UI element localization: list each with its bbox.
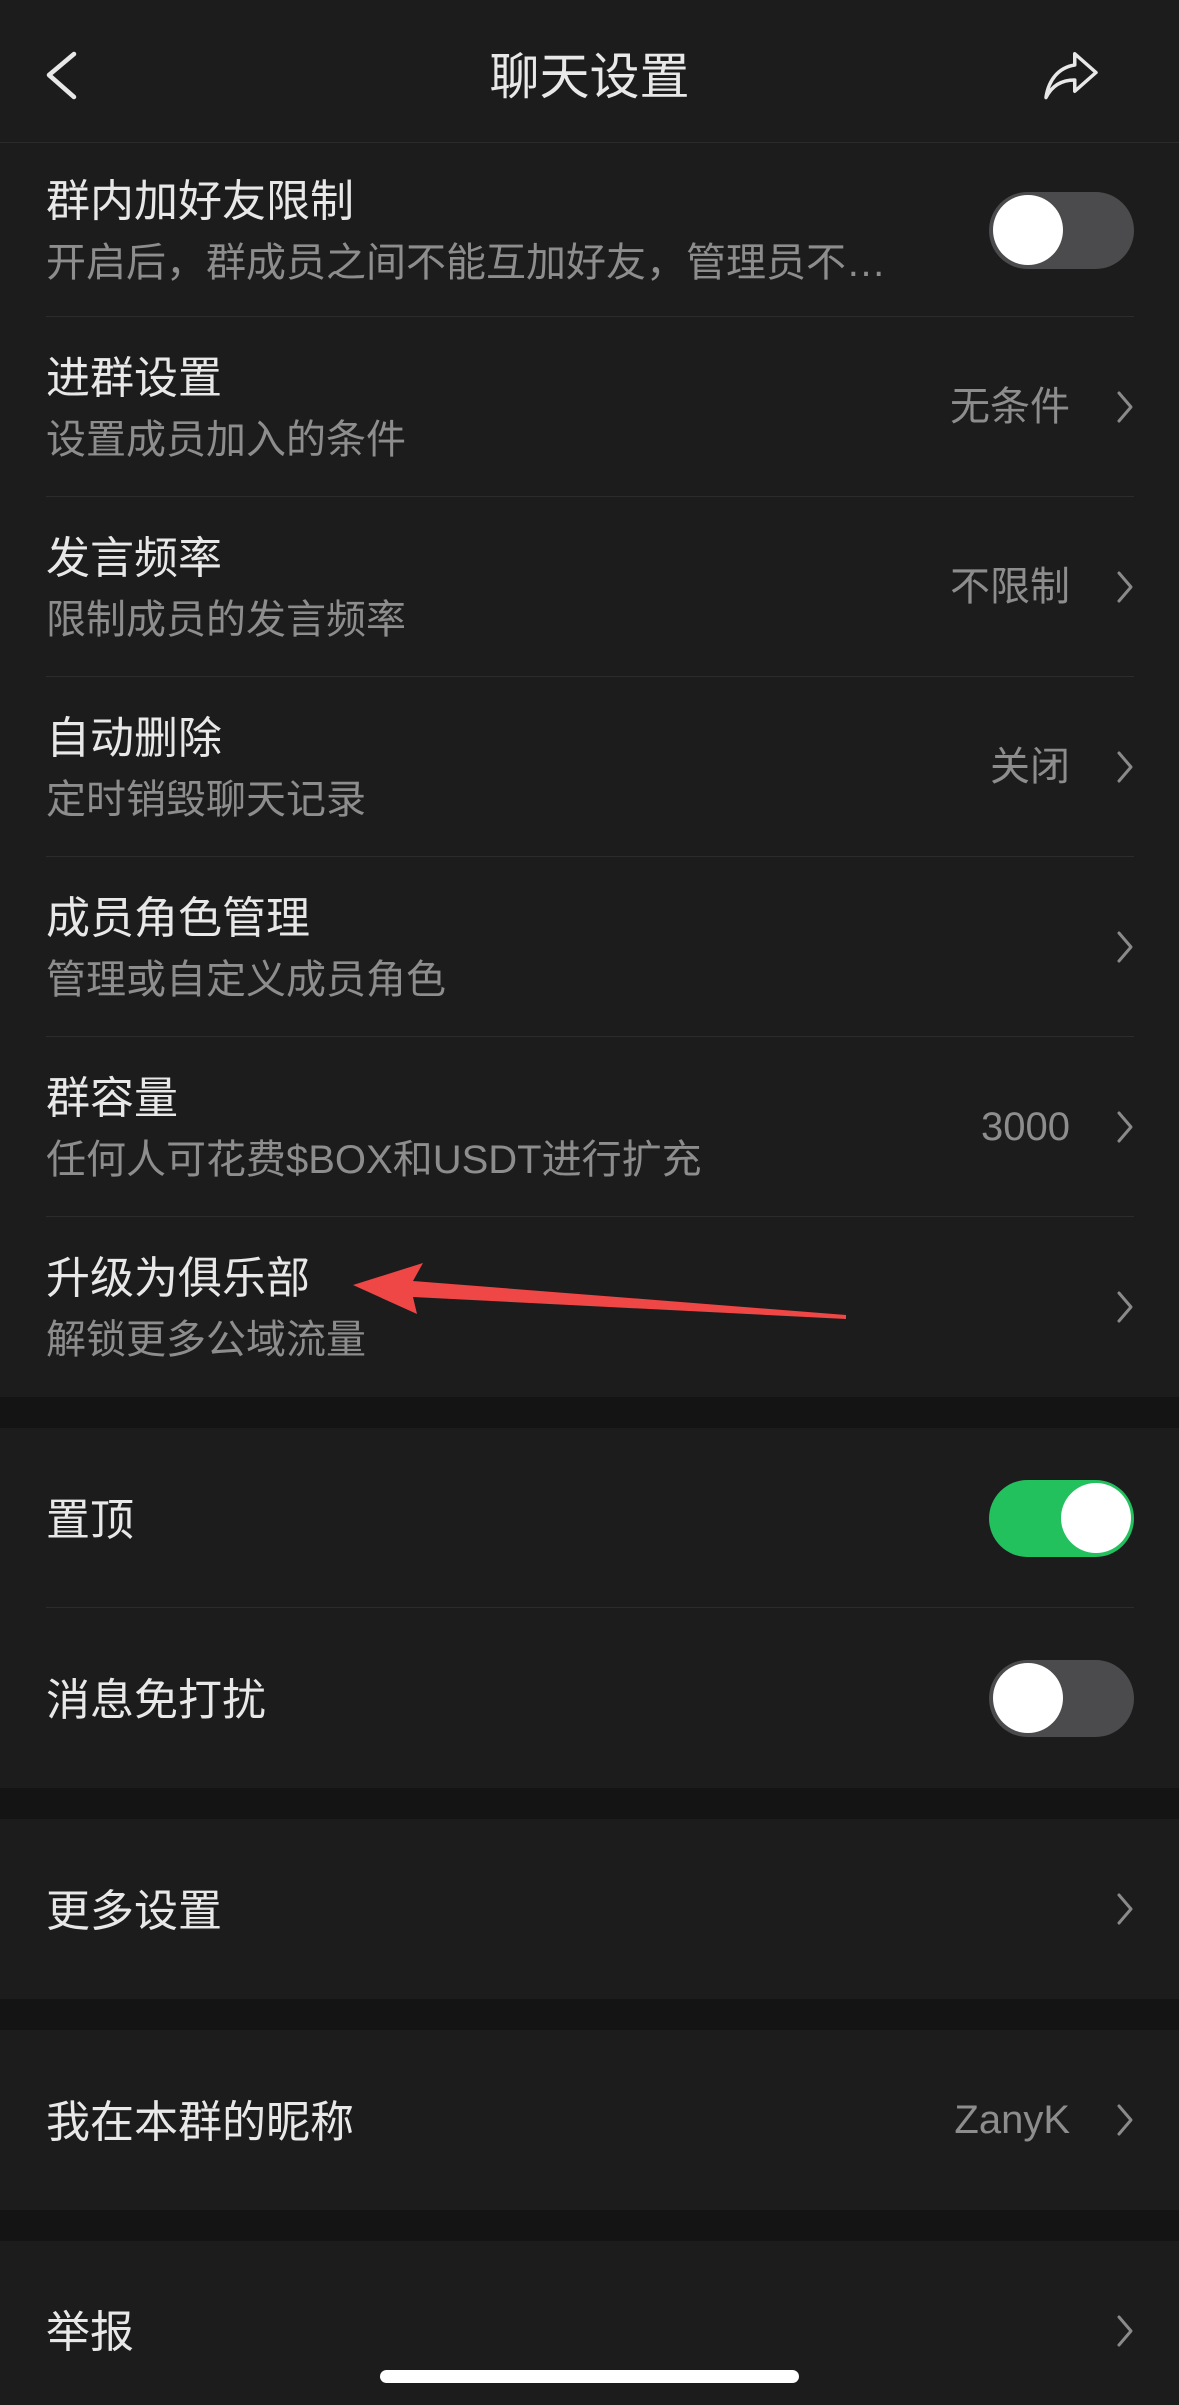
nickname-section: 我在本群的昵称 ZanyK — [0, 2030, 1179, 2210]
home-indicator[interactable] — [380, 2370, 799, 2383]
mute-notifications-toggle[interactable] — [989, 1659, 1134, 1737]
setting-row-mute-notifications[interactable]: 消息免打扰 — [0, 1608, 1179, 1788]
chat-options-section: 置顶 消息免打扰 — [0, 1428, 1179, 1788]
row-text: 发言频率 限制成员的发言频率 — [46, 529, 950, 651]
row-title: 举报 — [46, 2308, 134, 2357]
row-title: 成员角色管理 — [46, 893, 310, 943]
row-value: 3000 — [981, 1105, 1070, 1149]
row-title: 发言频率 — [46, 533, 222, 583]
row-text: 自动删除 定时销毁聊天记录 — [46, 709, 990, 831]
row-subtitle: 定时销毁聊天记录 — [46, 777, 366, 822]
row-title: 群内加好友限制 — [46, 176, 354, 226]
row-text: 置顶 — [46, 1491, 989, 1551]
setting-row-pin-chat[interactable]: 置顶 — [0, 1428, 1179, 1608]
pin-chat-toggle[interactable] — [989, 1479, 1134, 1557]
friend-restriction-toggle[interactable] — [989, 191, 1134, 269]
chevron-right-icon — [1117, 1893, 1133, 1925]
chevron-right-icon — [1117, 1111, 1133, 1143]
chevron-right-icon — [1117, 571, 1133, 603]
setting-row-group-capacity[interactable]: 群容量 任何人可花费$BOX和USDT进行扩充 3000 — [0, 1037, 1179, 1217]
chevron-right-icon — [1117, 751, 1133, 783]
toggle-knob — [992, 1663, 1063, 1733]
row-text: 群内加好友限制 开启后，群成员之间不能互加好友，管理员不… — [46, 172, 989, 294]
toggle-knob — [1060, 1483, 1131, 1553]
group-settings-section: 群内加好友限制 开启后，群成员之间不能互加好友，管理员不… 进群设置 设置成员加… — [0, 143, 1179, 1397]
row-value: 关闭 — [990, 745, 1070, 789]
row-title: 置顶 — [46, 1495, 134, 1545]
chevron-right-icon — [1117, 2315, 1133, 2347]
row-text: 成员角色管理 管理或自定义成员角色 — [46, 889, 1116, 1011]
setting-row-auto-delete[interactable]: 自动删除 定时销毁聊天记录 关闭 — [0, 677, 1179, 857]
row-text: 举报 — [46, 2303, 1116, 2363]
row-title: 进群设置 — [46, 353, 222, 403]
row-title: 消息免打扰 — [46, 1675, 266, 1725]
row-text: 更多设置 — [46, 1882, 1116, 1942]
toggle-knob — [992, 195, 1063, 265]
row-title: 我在本群的昵称 — [46, 2097, 354, 2147]
row-subtitle: 设置成员加入的条件 — [46, 417, 406, 462]
row-value: ZanyK — [954, 2098, 1070, 2142]
chevron-left-icon[interactable] — [40, 50, 82, 102]
row-text: 群容量 任何人可花费$BOX和USDT进行扩充 — [46, 1069, 981, 1191]
row-title: 自动删除 — [46, 713, 222, 763]
chevron-right-icon — [1117, 391, 1133, 423]
row-value: 不限制 — [950, 565, 1070, 609]
setting-row-join-settings[interactable]: 进群设置 设置成员加入的条件 无条件 — [0, 317, 1179, 497]
setting-row-member-roles[interactable]: 成员角色管理 管理或自定义成员角色 — [0, 857, 1179, 1037]
row-subtitle: 任何人可花费$BOX和USDT进行扩充 — [46, 1137, 702, 1182]
setting-row-group-nickname[interactable]: 我在本群的昵称 ZanyK — [0, 2030, 1179, 2210]
more-settings-section: 更多设置 — [0, 1819, 1179, 1999]
setting-row-message-frequency[interactable]: 发言频率 限制成员的发言频率 不限制 — [0, 497, 1179, 677]
row-subtitle: 开启后，群成员之间不能互加好友，管理员不… — [46, 240, 886, 285]
annotation-arrow — [353, 1263, 846, 1319]
chevron-right-icon — [1117, 931, 1133, 963]
chevron-right-icon — [1117, 1291, 1133, 1323]
row-text: 我在本群的昵称 — [46, 2093, 954, 2153]
chevron-right-icon — [1117, 2104, 1133, 2136]
row-text: 进群设置 设置成员加入的条件 — [46, 349, 950, 471]
row-subtitle: 限制成员的发言频率 — [46, 597, 406, 642]
row-title: 群容量 — [46, 1073, 178, 1123]
row-title: 更多设置 — [46, 1886, 222, 1936]
row-text: 消息免打扰 — [46, 1671, 989, 1731]
setting-row-more-settings[interactable]: 更多设置 — [0, 1819, 1179, 1999]
page-title: 聊天设置 — [489, 49, 690, 105]
nav-bar: 聊天设置 — [0, 0, 1179, 143]
share-icon[interactable] — [1041, 47, 1101, 103]
row-value: 无条件 — [950, 385, 1070, 429]
setting-row-friend-restriction[interactable]: 群内加好友限制 开启后，群成员之间不能互加好友，管理员不… — [0, 143, 1179, 317]
row-subtitle: 管理或自定义成员角色 — [46, 957, 446, 1002]
